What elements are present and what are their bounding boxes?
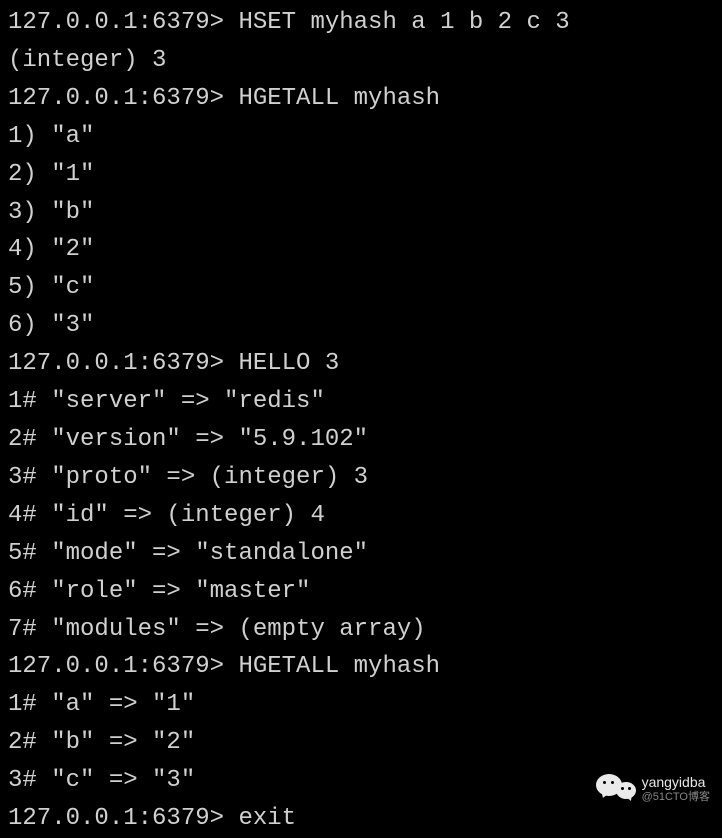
terminal-command-line: 127.0.0.1:6379> HGETALL myhash: [8, 80, 714, 118]
terminal-output-line: 3) "b": [8, 194, 714, 232]
watermark: yangyidba @51CTO博客: [596, 772, 710, 806]
terminal-output-line: 5) "c": [8, 269, 714, 307]
terminal-output-line: 1# "a" => "1": [8, 686, 714, 724]
terminal-output-line: 6) "3": [8, 307, 714, 345]
watermark-name: yangyidba: [642, 775, 710, 790]
terminal-output-line: (integer) 3: [8, 42, 714, 80]
terminal-command-line: 127.0.0.1:6379> HELLO 3: [8, 345, 714, 383]
terminal-output-line: 2) "1": [8, 156, 714, 194]
wechat-icon: [596, 772, 636, 806]
terminal-output-line: 7# "modules" => (empty array): [8, 611, 714, 649]
terminal-output-line: 1) "a": [8, 118, 714, 156]
terminal-output-line: 2# "version" => "5.9.102": [8, 421, 714, 459]
terminal-command-line: 127.0.0.1:6379> HGETALL myhash: [8, 648, 714, 686]
terminal-output-line: 2# "b" => "2": [8, 724, 714, 762]
terminal-output-line: 4# "id" => (integer) 4: [8, 497, 714, 535]
terminal-output-line: 1# "server" => "redis": [8, 383, 714, 421]
watermark-sub: @51CTO博客: [642, 791, 710, 803]
terminal-output-line: 6# "role" => "master": [8, 573, 714, 611]
terminal-output-line: 5# "mode" => "standalone": [8, 535, 714, 573]
terminal-output-line: 3# "proto" => (integer) 3: [8, 459, 714, 497]
terminal-output[interactable]: 127.0.0.1:6379> HSET myhash a 1 b 2 c 3(…: [8, 4, 714, 838]
terminal-output-line: 4) "2": [8, 231, 714, 269]
terminal-command-line: 127.0.0.1:6379> HSET myhash a 1 b 2 c 3: [8, 4, 714, 42]
